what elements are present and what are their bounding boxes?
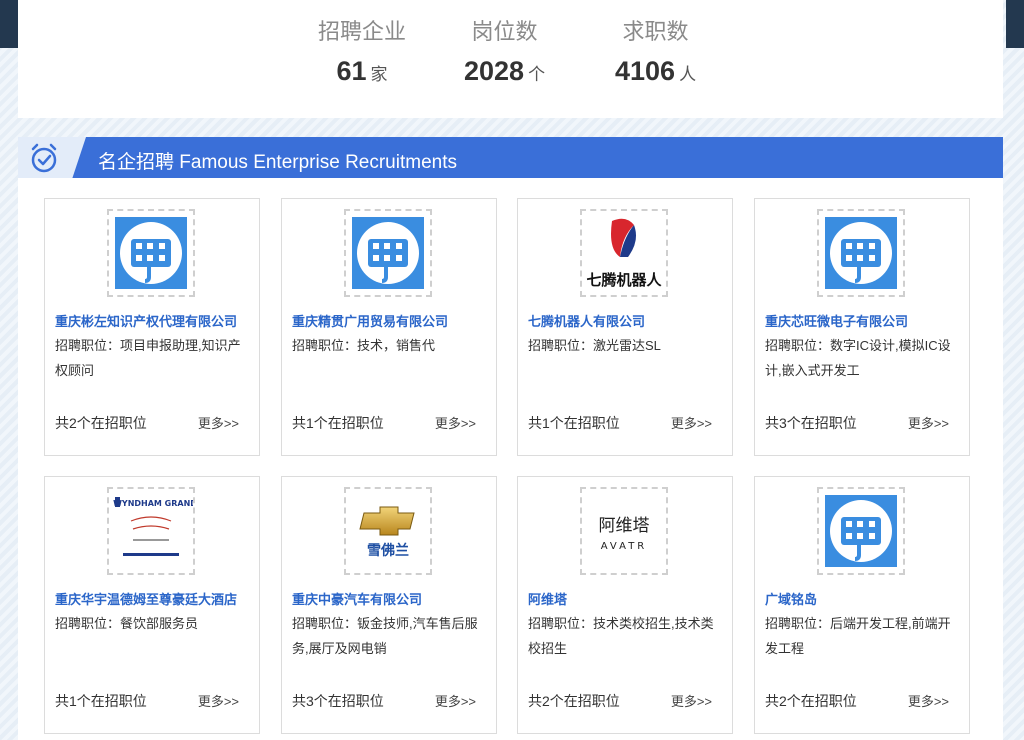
- more-link[interactable]: 更多>>: [908, 691, 949, 710]
- background-edge-left: [0, 0, 18, 48]
- enterprise-card[interactable]: 重庆芯旺微电子有限公司 招聘职位：数字IC设计,模拟IC设计,嵌入式开发工 共3…: [754, 198, 970, 456]
- stat-label: 招聘企业: [318, 19, 407, 44]
- job-count: 共2个在招职位: [55, 415, 147, 431]
- company-name[interactable]: 阿维塔: [528, 589, 728, 608]
- job-positions: 招聘职位：激光雷达SL: [528, 338, 661, 353]
- company-logo[interactable]: 雪佛兰: [344, 487, 432, 575]
- job-positions: 招聘职位：数字IC设计,模拟IC设计,嵌入式开发工: [765, 338, 951, 378]
- company-logo[interactable]: WYNDHAM GRAND: [107, 487, 195, 575]
- pin-logo-icon: [115, 217, 187, 289]
- more-link[interactable]: 更多>>: [198, 413, 239, 432]
- enterprise-card[interactable]: 广域铭岛 招聘职位：后端开发工程,前端开发工程 共2个在招职位 更多>>: [754, 476, 970, 734]
- stat-number: 2028: [464, 56, 525, 86]
- company-name[interactable]: 重庆华宇温德姆至尊豪廷大酒店: [55, 589, 255, 608]
- stat-label: 岗位数: [471, 19, 538, 44]
- pin-logo-icon: [825, 217, 897, 289]
- enterprise-card[interactable]: 重庆彬左知识产权代理有限公司 招聘职位：项目申报助理,知识产权顾问 共2个在招职…: [44, 198, 260, 456]
- job-positions: 招聘职位：餐饮部服务员: [55, 616, 199, 631]
- chevrolet-logo: 雪佛兰: [359, 506, 415, 559]
- logo-text: 阿维塔: [599, 516, 650, 536]
- job-positions: 招聘职位：技术，销售代: [292, 338, 436, 353]
- stat-number: 61: [336, 56, 367, 86]
- job-count: 共1个在招职位: [292, 415, 384, 431]
- job-count: 共3个在招职位: [765, 415, 857, 431]
- more-link[interactable]: 更多>>: [435, 691, 476, 710]
- stats-panel: 招聘企业 61 家 岗位数 2028 个 求职数 4106 人: [18, 0, 1003, 118]
- more-link[interactable]: 更多>>: [198, 691, 239, 710]
- section-title: 名企招聘 Famous Enterprise Recruitments: [98, 152, 457, 173]
- company-logo[interactable]: [344, 209, 432, 297]
- section-header: 名企招聘 Famous Enterprise Recruitments: [18, 137, 1003, 178]
- more-link[interactable]: 更多>>: [908, 413, 949, 432]
- company-name[interactable]: 重庆精贯广用贸易有限公司: [292, 311, 492, 330]
- stat-unit: 个: [528, 65, 546, 84]
- job-positions: 招聘职位：项目申报助理,知识产权顾问: [55, 338, 241, 378]
- stat-enterprises: 招聘企业 61 家: [318, 14, 406, 87]
- stat-positions: 岗位数 2028 个: [464, 14, 545, 87]
- company-logo[interactable]: [817, 487, 905, 575]
- avatr-logo: 阿维塔 AVATR: [599, 516, 650, 552]
- stat-number: 4106: [615, 56, 676, 86]
- company-name[interactable]: 广域铭岛: [765, 589, 965, 608]
- enterprise-card[interactable]: 雪佛兰 重庆中豪汽车有限公司 招聘职位：钣金技师,汽车售后服务,展厅及网电销 共…: [281, 476, 497, 734]
- stat-job-seekers: 求职数 4106 人: [615, 14, 696, 87]
- logo-text: WYNDHAM GRAND: [113, 499, 193, 508]
- more-link[interactable]: 更多>>: [435, 413, 476, 432]
- company-logo[interactable]: 阿维塔 AVATR: [580, 487, 668, 575]
- stat-label: 求职数: [622, 19, 689, 44]
- company-name[interactable]: 七腾机器人有限公司: [528, 311, 728, 330]
- job-count: 共1个在招职位: [528, 415, 620, 431]
- company-name[interactable]: 重庆芯旺微电子有限公司: [765, 311, 965, 330]
- logo-text: 七腾机器人: [586, 271, 662, 289]
- logo-subtext: AVATR: [601, 541, 648, 552]
- wyndham-logo: WYNDHAM GRAND: [113, 497, 193, 556]
- job-count: 共3个在招职位: [292, 693, 384, 709]
- job-positions: 招聘职位：技术类校招生,技术类校招生: [528, 616, 714, 656]
- more-link[interactable]: 更多>>: [671, 413, 712, 432]
- logo-text: 雪佛兰: [367, 542, 409, 559]
- enterprise-list: 重庆彬左知识产权代理有限公司 招聘职位：项目申报助理,知识产权顾问 共2个在招职…: [18, 178, 1003, 740]
- company-logo[interactable]: 七腾机器人: [580, 209, 668, 297]
- stat-unit: 人: [679, 65, 697, 84]
- enterprise-card[interactable]: 七腾机器人 七腾机器人有限公司 招聘职位：激光雷达SL 共1个在招职位 更多>>: [517, 198, 733, 456]
- company-logo[interactable]: [817, 209, 905, 297]
- pin-logo-icon: [352, 217, 424, 289]
- job-count: 共1个在招职位: [55, 693, 147, 709]
- alarm-clock-check-icon: [31, 143, 57, 173]
- job-positions: 招聘职位：钣金技师,汽车售后服务,展厅及网电销: [292, 616, 478, 656]
- company-logo[interactable]: [107, 209, 195, 297]
- background-edge-right: [1006, 0, 1024, 48]
- enterprise-card[interactable]: 重庆精贯广用贸易有限公司 招聘职位：技术，销售代 共1个在招职位 更多>>: [281, 198, 497, 456]
- section-icon-box: [18, 137, 86, 178]
- more-link[interactable]: 更多>>: [671, 691, 712, 710]
- job-count: 共2个在招职位: [528, 693, 620, 709]
- company-name[interactable]: 重庆彬左知识产权代理有限公司: [55, 311, 255, 330]
- enterprise-card[interactable]: WYNDHAM GRAND 重庆华宇温德姆至尊豪廷大酒店 招聘职位：餐饮部服务员…: [44, 476, 260, 734]
- company-name[interactable]: 重庆中豪汽车有限公司: [292, 589, 492, 608]
- enterprise-card[interactable]: 阿维塔 AVATR 阿维塔 招聘职位：技术类校招生,技术类校招生 共2个在招职位…: [517, 476, 733, 734]
- pin-logo-icon: [825, 495, 897, 567]
- qiteng-robot-logo: 七腾机器人: [586, 218, 662, 289]
- job-count: 共2个在招职位: [765, 693, 857, 709]
- stat-unit: 家: [370, 65, 388, 84]
- job-positions: 招聘职位：后端开发工程,前端开发工程: [765, 616, 951, 656]
